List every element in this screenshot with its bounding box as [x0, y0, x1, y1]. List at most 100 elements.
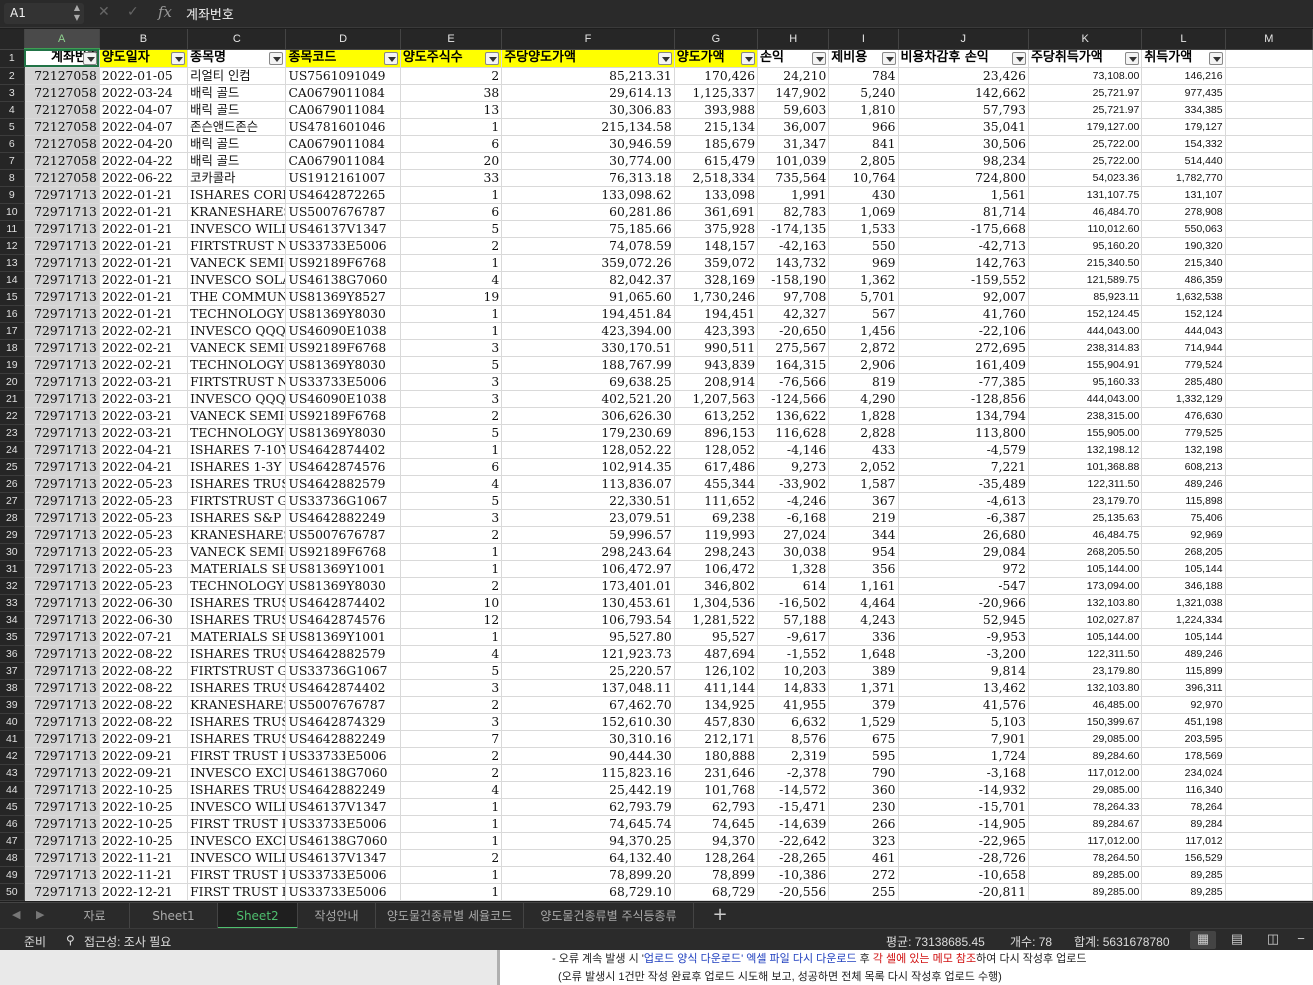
table-cell[interactable]: 75,406	[1141, 509, 1226, 527]
table-cell[interactable]: US92189F6768	[285, 254, 401, 272]
column-header-b[interactable]: B	[99, 29, 189, 50]
table-cell[interactable]: 72971713	[24, 815, 100, 833]
table-cell[interactable]: 614	[757, 577, 830, 595]
table-cell[interactable]: 423,393	[674, 322, 759, 340]
table-cell[interactable]: 117,012.00	[1028, 764, 1143, 782]
table-cell[interactable]: -77,385	[898, 373, 1029, 391]
table-cell[interactable]: 5,103	[898, 713, 1029, 731]
table-cell[interactable]: 203,595	[1141, 730, 1226, 748]
table-cell[interactable]: FIRST TRUST E	[187, 747, 287, 765]
table-cell[interactable]: -28,726	[898, 849, 1029, 867]
table-cell[interactable]: 132,103.80	[1028, 594, 1143, 612]
empty-cell[interactable]	[1225, 305, 1313, 323]
table-cell[interactable]: 102,027.87	[1028, 611, 1143, 629]
table-cell[interactable]: 1,304,536	[674, 594, 759, 612]
table-cell[interactable]: 3	[400, 373, 503, 391]
table-cell[interactable]: 69,638.25	[501, 373, 675, 391]
empty-cell[interactable]	[1225, 713, 1313, 731]
sheet-tab[interactable]: Sheet1	[130, 903, 218, 929]
table-cell[interactable]: 1	[400, 560, 503, 578]
table-cell[interactable]: 38	[400, 84, 503, 102]
table-cell[interactable]: 194,451.84	[501, 305, 675, 323]
table-cell[interactable]: 402,521.20	[501, 390, 675, 408]
row-header[interactable]: 50	[0, 883, 25, 901]
table-cell[interactable]: 1,533	[828, 220, 899, 238]
row-header[interactable]: 3	[0, 84, 25, 102]
table-cell[interactable]: 1,321,038	[1141, 594, 1226, 612]
table-cell[interactable]: -158,190	[757, 271, 830, 289]
table-cell[interactable]: 977,435	[1141, 84, 1226, 102]
empty-cell[interactable]	[1225, 152, 1313, 170]
table-cell[interactable]: 2022-04-21	[99, 441, 189, 459]
table-cell[interactable]: 72971713	[24, 679, 100, 697]
table-cell[interactable]: 91,065.60	[501, 288, 675, 306]
table-cell[interactable]: US33733E5006	[285, 747, 401, 765]
table-cell[interactable]: ISHARES TRUST	[187, 475, 287, 493]
table-cell[interactable]: 54,023.36	[1028, 169, 1143, 187]
table-cell[interactable]: 1	[400, 322, 503, 340]
table-cell[interactable]: CA0679011084	[285, 101, 401, 119]
table-cell[interactable]: 119,993	[674, 526, 759, 544]
table-cell[interactable]: 784	[828, 67, 899, 85]
table-cell[interactable]: 7,901	[898, 730, 1029, 748]
row-header[interactable]: 17	[0, 322, 25, 340]
table-cell[interactable]: 67,462.70	[501, 696, 675, 714]
table-cell[interactable]: 배릭 골드	[187, 135, 287, 153]
empty-cell[interactable]	[1225, 662, 1313, 680]
table-cell[interactable]: 105,144	[1141, 628, 1226, 646]
row-header[interactable]: 28	[0, 509, 25, 527]
table-cell[interactable]: 60,281.86	[501, 203, 675, 221]
row-header[interactable]: 44	[0, 781, 25, 799]
table-cell[interactable]: 179,230.69	[501, 424, 675, 442]
table-cell[interactable]: 배릭 골드	[187, 152, 287, 170]
table-cell[interactable]: US4642882249	[285, 781, 401, 799]
table-cell[interactable]: 3	[400, 679, 503, 697]
empty-cell[interactable]	[1225, 458, 1313, 476]
table-cell[interactable]: 72971713	[24, 577, 100, 595]
table-cell[interactable]: 23,179.80	[1028, 662, 1143, 680]
table-cell[interactable]: 4,290	[828, 390, 899, 408]
table-cell[interactable]: -3,200	[898, 645, 1029, 663]
row-header[interactable]: 16	[0, 305, 25, 323]
table-cell[interactable]: 1,529	[828, 713, 899, 731]
table-cell[interactable]: 238,314.83	[1028, 339, 1143, 357]
table-cell[interactable]: -9,617	[757, 628, 830, 646]
table-cell[interactable]: US33733E5006	[285, 883, 401, 901]
table-cell[interactable]: 72971713	[24, 322, 100, 340]
empty-cell[interactable]	[1225, 696, 1313, 714]
table-cell[interactable]: 336	[828, 628, 899, 646]
table-cell[interactable]: 146,216	[1141, 67, 1226, 85]
table-cell[interactable]: US46137V1347	[285, 220, 401, 238]
table-cell[interactable]: US5007676787	[285, 203, 401, 221]
table-cell[interactable]: 2022-01-21	[99, 254, 189, 272]
table-cell[interactable]: 128,052	[674, 441, 759, 459]
table-cell[interactable]: 2022-04-21	[99, 458, 189, 476]
table-cell[interactable]: 72971713	[24, 611, 100, 629]
table-cell[interactable]: 29,084	[898, 543, 1029, 561]
table-cell[interactable]: -4,246	[757, 492, 830, 510]
table-cell[interactable]: 2022-06-22	[99, 169, 189, 187]
table-cell[interactable]: 113,836.07	[501, 475, 675, 493]
table-cell[interactable]: 72127058	[24, 101, 100, 119]
table-cell[interactable]: 2	[400, 747, 503, 765]
table-cell[interactable]: 4,464	[828, 594, 899, 612]
table-cell[interactable]: INVESCO EXCH	[187, 764, 287, 782]
table-cell[interactable]: US46137V1347	[285, 849, 401, 867]
table-cell[interactable]: 2022-03-24	[99, 84, 189, 102]
table-cell[interactable]: 1,587	[828, 475, 899, 493]
table-cell[interactable]: ISHARES TRUST	[187, 611, 287, 629]
table-cell[interactable]: 133,098.62	[501, 186, 675, 204]
table-cell[interactable]: 30,306.83	[501, 101, 675, 119]
table-cell[interactable]: 6,632	[757, 713, 830, 731]
table-cell[interactable]: 356	[828, 560, 899, 578]
table-cell[interactable]: 62,793.79	[501, 798, 675, 816]
table-cell[interactable]: 94,370.25	[501, 832, 675, 850]
table-cell[interactable]: MATERIALS SEL	[187, 560, 287, 578]
table-cell[interactable]: -4,579	[898, 441, 1029, 459]
table-cell[interactable]: 10,764	[828, 169, 899, 187]
row-header[interactable]: 34	[0, 611, 25, 629]
table-cell[interactable]: 72971713	[24, 186, 100, 204]
table-cell[interactable]: 455,344	[674, 475, 759, 493]
table-cell[interactable]: 72127058	[24, 135, 100, 153]
empty-cell[interactable]	[1225, 679, 1313, 697]
